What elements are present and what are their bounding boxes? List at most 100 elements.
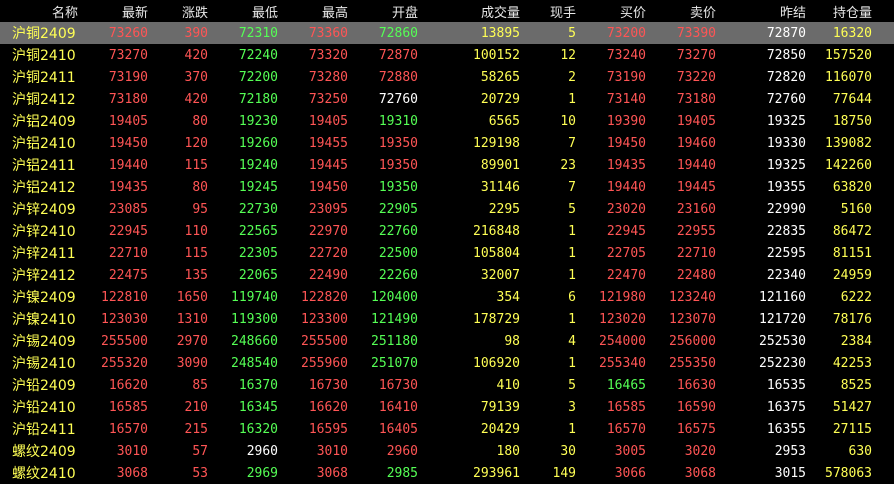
header-hand[interactable]: 现手 — [522, 2, 578, 21]
cell-high: 19450 — [308, 179, 348, 195]
quote-row[interactable]: 沪铝2411 19440 115 19240 19445 19350 89901 23 1943… — [0, 154, 894, 176]
quote-row[interactable]: 沪铅2409 16620 85 16370 16730 16730 410 5 16465 166… — [0, 374, 894, 396]
cell-volume: 2295 — [488, 201, 520, 217]
cell-change: 420 — [184, 91, 208, 107]
cell-bid: 16570 — [606, 421, 646, 437]
cell-name: 螺纹2409 — [12, 444, 76, 460]
quote-row[interactable]: 螺纹2410 3068 53 2969 3068 2985 293961 149 3066 306… — [0, 462, 894, 484]
cell-ask: 256000 — [669, 333, 716, 349]
cell-change: 420 — [184, 47, 208, 63]
cell-latest: 23085 — [108, 201, 148, 217]
cell-name: 沪锌2410 — [12, 224, 76, 240]
cell-open: 72860 — [378, 25, 418, 41]
quote-row[interactable]: 沪铜2412 73180 420 72180 73250 72760 20729 1 73140… — [0, 88, 894, 110]
cell-high: 22720 — [308, 245, 348, 261]
cell-prev: 252530 — [759, 333, 806, 349]
quote-row[interactable]: 沪铜2411 73190 370 72200 73280 72880 58265 2 73190… — [0, 66, 894, 88]
cell-change: 80 — [192, 179, 208, 195]
cell-name: 沪铅2410 — [12, 400, 76, 416]
cell-latest: 16620 — [108, 377, 148, 393]
cell-name: 沪铜2411 — [12, 70, 76, 86]
cell-volume: 129198 — [473, 135, 520, 151]
header-prev[interactable]: 昨结 — [718, 2, 808, 21]
cell-low: 119740 — [231, 289, 278, 305]
quote-row[interactable]: 沪锡2410 255320 3090 248540 255960 251070 106920… — [0, 352, 894, 374]
cell-ask: 123070 — [669, 311, 716, 327]
cell-prev: 72760 — [766, 91, 806, 107]
quote-row[interactable]: 沪锌2412 22475 135 22065 22490 22260 32007 1 22470… — [0, 264, 894, 286]
quote-row[interactable]: 螺纹2409 3010 57 2960 3010 2960 180 30 3005 3020 295… — [0, 440, 894, 462]
quote-row[interactable]: 沪锡2409 255500 2970 248660 255500 251180 98 4 254… — [0, 330, 894, 352]
cell-low: 2969 — [246, 465, 278, 481]
cell-name: 沪铝2411 — [12, 158, 76, 174]
cell-open: 22905 — [378, 201, 418, 217]
header-ask[interactable]: 卖价 — [648, 2, 718, 21]
quote-row[interactable]: 沪铅2411 16570 215 16320 16595 16405 20429 1 16570… — [0, 418, 894, 440]
cell-volume: 98 — [504, 333, 520, 349]
cell-open: 120400 — [371, 289, 418, 305]
cell-low: 19260 — [238, 135, 278, 151]
header-volume[interactable]: 成交量 — [420, 2, 522, 21]
header-change[interactable]: 涨跌 — [150, 2, 210, 21]
cell-high: 123300 — [301, 311, 348, 327]
quote-row[interactable]: 沪镍2410 123030 1310 119300 123300 121490 178729… — [0, 308, 894, 330]
cell-volume: 100152 — [473, 47, 520, 63]
cell-bid: 22945 — [606, 223, 646, 239]
cell-high: 73360 — [308, 25, 348, 41]
cell-bid: 73240 — [606, 47, 646, 63]
cell-change: 85 — [192, 377, 208, 393]
cell-open-interest: 77644 — [832, 91, 872, 107]
cell-open-interest: 5160 — [840, 201, 872, 217]
cell-open-interest: 81151 — [832, 245, 872, 261]
cell-latest: 122810 — [101, 289, 148, 305]
cell-volume: 20729 — [480, 91, 520, 107]
cell-low: 119300 — [231, 311, 278, 327]
cell-open-interest: 86472 — [832, 223, 872, 239]
cell-ask: 255350 — [669, 355, 716, 371]
cell-latest: 73260 — [108, 25, 148, 41]
header-open-interest[interactable]: 持仓量 — [808, 2, 874, 21]
quote-row[interactable]: 沪铝2409 19405 80 19230 19405 19310 6565 10 19390 1… — [0, 110, 894, 132]
quote-row[interactable]: 沪锌2409 23085 95 22730 23095 22905 2295 5 23020 23… — [0, 198, 894, 220]
cell-ask: 16575 — [676, 421, 716, 437]
cell-prev: 19330 — [766, 135, 806, 151]
cell-hand: 1 — [568, 223, 576, 239]
quote-row[interactable]: 沪镍2409 122810 1650 119740 122820 120400 354 6 12… — [0, 286, 894, 308]
cell-hand: 5 — [568, 377, 576, 393]
quote-row[interactable]: 沪铝2410 19450 120 19260 19455 19350 129198 7 1945… — [0, 132, 894, 154]
quote-row[interactable]: 沪锌2410 22945 110 22565 22970 22760 216848 1 2294… — [0, 220, 894, 242]
header-low[interactable]: 最低 — [210, 2, 280, 21]
cell-hand: 4 — [568, 333, 576, 349]
cell-open: 251070 — [371, 355, 418, 371]
quote-row[interactable]: 沪铜2409 73260 390 72310 73360 72860 13895 5 73200… — [0, 22, 894, 44]
cell-hand: 1 — [568, 355, 576, 371]
cell-open: 251180 — [371, 333, 418, 349]
header-latest[interactable]: 最新 — [80, 2, 150, 21]
cell-low: 22065 — [238, 267, 278, 283]
cell-bid: 19390 — [606, 113, 646, 129]
cell-change: 3090 — [176, 355, 208, 371]
quote-row[interactable]: 沪铝2412 19435 80 19245 19450 19350 31146 7 19440 1… — [0, 176, 894, 198]
quote-row[interactable]: 沪铅2410 16585 210 16345 16620 16410 79139 3 16585… — [0, 396, 894, 418]
cell-open: 72760 — [378, 91, 418, 107]
cell-open-interest: 63820 — [832, 179, 872, 195]
header-high[interactable]: 最高 — [280, 2, 350, 21]
quote-row[interactable]: 沪铜2410 73270 420 72240 73320 72870 100152 12 732… — [0, 44, 894, 66]
cell-change: 215 — [184, 421, 208, 437]
cell-high: 19405 — [308, 113, 348, 129]
cell-name: 沪镍2410 — [12, 312, 76, 328]
cell-volume: 32007 — [480, 267, 520, 283]
cell-prev: 16535 — [766, 377, 806, 393]
cell-name: 螺纹2410 — [12, 466, 76, 482]
quote-row[interactable]: 沪锌2411 22710 115 22305 22720 22500 105804 1 2270… — [0, 242, 894, 264]
header-open[interactable]: 开盘 — [350, 2, 420, 21]
header-bid[interactable]: 买价 — [578, 2, 648, 21]
cell-name: 沪铜2409 — [12, 26, 76, 42]
cell-hand: 12 — [560, 47, 576, 63]
cell-ask: 3068 — [684, 465, 716, 481]
header-name[interactable]: 名称 — [0, 2, 80, 21]
cell-open: 22500 — [378, 245, 418, 261]
cell-ask: 22955 — [676, 223, 716, 239]
cell-prev: 72820 — [766, 69, 806, 85]
cell-bid: 73140 — [606, 91, 646, 107]
